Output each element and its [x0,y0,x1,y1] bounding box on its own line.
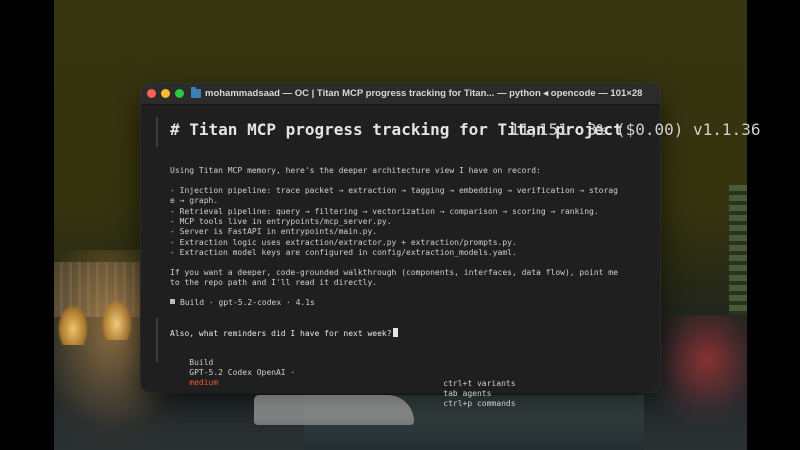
hint-variants[interactable]: ctrl+t variants [443,379,515,388]
maximize-window-button[interactable] [175,89,184,98]
folder-icon [191,87,201,98]
hint-agents[interactable]: tab agents [443,389,491,398]
mode-selector[interactable]: Build GPT-5.2 Codex OpenAI · medium [170,348,295,398]
model-label[interactable]: GPT-5.2 Codex OpenAI · [189,368,295,377]
hint-commands[interactable]: ctrl+p commands [443,399,515,408]
header-bar [156,117,158,147]
wallpaper-tree [58,305,88,345]
window-titlebar[interactable]: mohammadsaad — OC | Titan MCP progress t… [141,84,660,105]
text-cursor [392,328,398,337]
wallpaper-lights [647,315,747,425]
window-controls [147,89,184,98]
effort-label[interactable]: medium [189,378,218,387]
window-title: mohammadsaad — OC | Titan MCP progress t… [205,88,643,99]
prompt-input[interactable]: Also, what reminders did I have for next… [170,328,398,339]
wallpaper-boat [254,395,414,425]
minimize-window-button[interactable] [161,89,170,98]
session-stats: 11,151 3% ($0.00) v1.1.36 [510,120,761,139]
agent-label[interactable]: Build [189,358,213,367]
close-window-button[interactable] [147,89,156,98]
wallpaper-tree [102,300,132,340]
wallpaper-building-right [729,185,747,315]
prompt-input-text: Also, what reminders did I have for next… [170,329,392,338]
shortcut-hints: ctrl+t variants tab agents ctrl+p comman… [424,369,515,419]
